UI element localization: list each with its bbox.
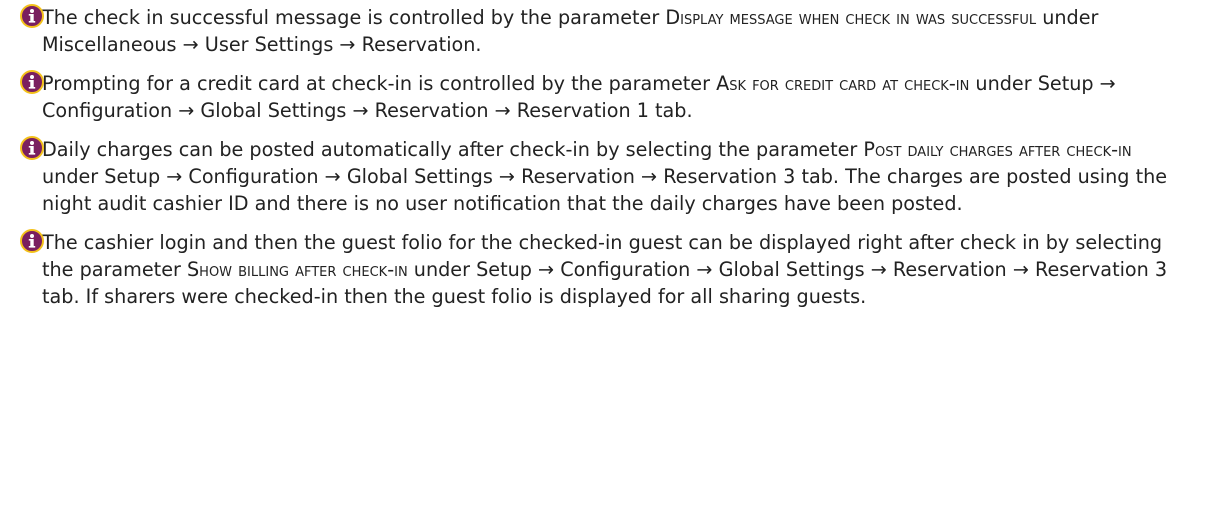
parameter-name: Show billing after check-in (186, 258, 408, 281)
parameter-name: Display message when check in was succes… (665, 6, 1037, 29)
info-icon (20, 136, 44, 160)
note-check-in-message: The check in successful message is contr… (20, 4, 1192, 58)
note-daily-charges: Daily charges can be posted automaticall… (20, 136, 1192, 217)
parameter-name: Post daily charges after check-in (863, 138, 1132, 161)
note-text-before: The check in successful message is contr… (42, 6, 666, 29)
parameter-name: Ask for credit card at check-in (716, 72, 970, 95)
note-credit-card-prompt: Prompting for a credit card at check-in … (20, 70, 1192, 124)
note-text-after: under Setup → Configuration → Global Set… (42, 165, 1168, 215)
info-icon (20, 229, 44, 253)
info-icon (20, 70, 44, 94)
note-text-before: Daily charges can be posted automaticall… (42, 138, 864, 161)
note-show-billing: The cashier login and then the guest fol… (20, 229, 1192, 310)
notes-page: The check in successful message is contr… (0, 0, 1215, 526)
note-text-before: Prompting for a credit card at check-in … (42, 72, 717, 95)
info-icon (20, 4, 44, 28)
